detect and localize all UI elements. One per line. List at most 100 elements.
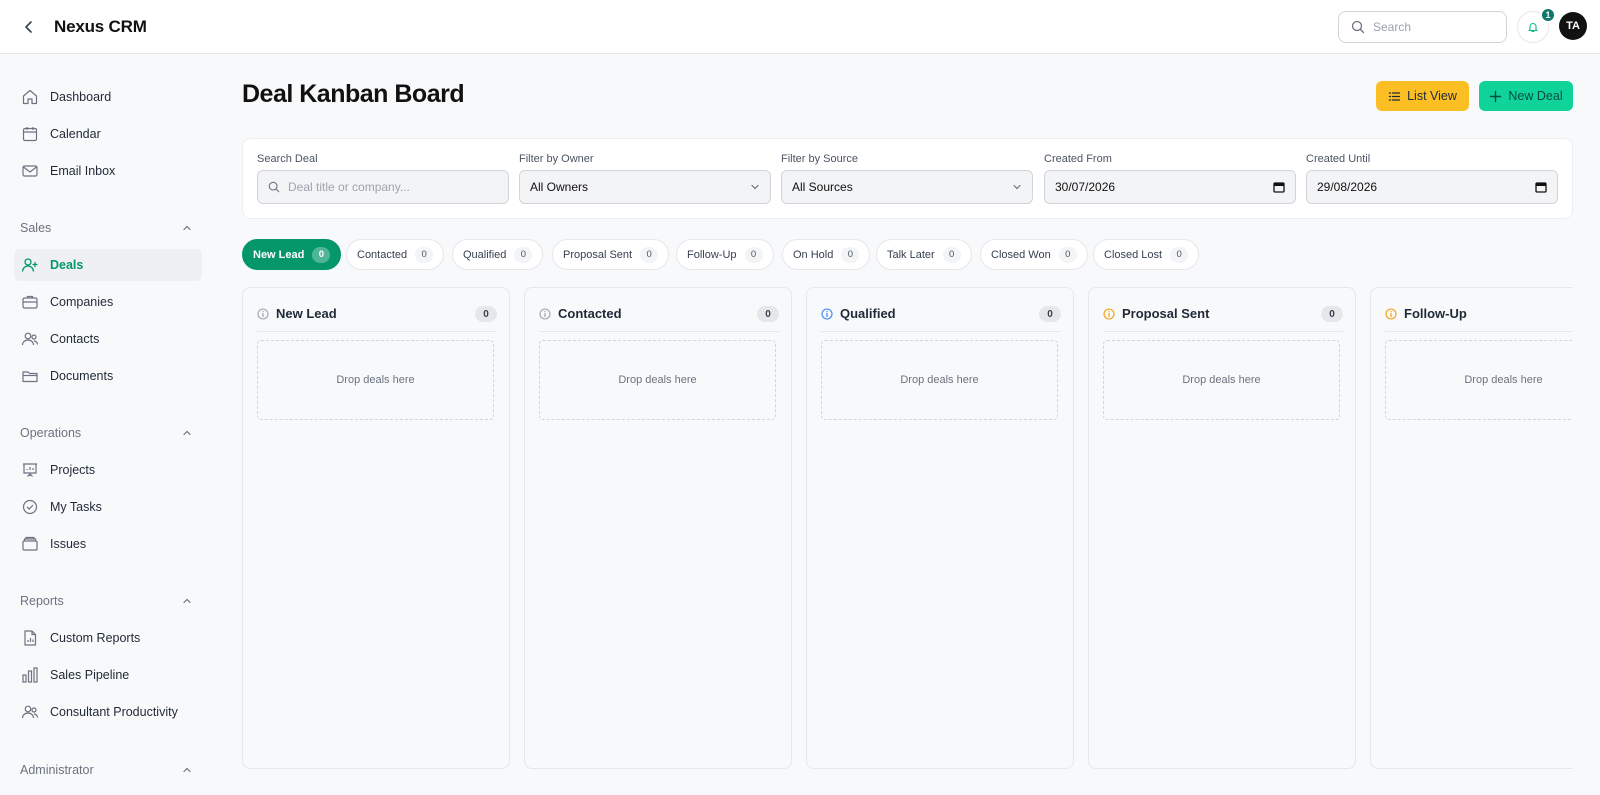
pill-count: 0	[514, 246, 533, 263]
sidebar-item-custom-reports[interactable]: Custom Reports	[14, 622, 202, 654]
created-from-date-input[interactable]: 30/07/2026	[1044, 170, 1296, 204]
sidebar-item-contacts[interactable]: Contacts	[14, 323, 202, 355]
pill-label: New Lead	[253, 248, 305, 261]
drop-zone[interactable]: Drop deals here	[821, 340, 1058, 420]
status-pill-talk-later[interactable]: Talk Later 0	[876, 239, 972, 270]
status-pill-closed-won[interactable]: Closed Won 0	[980, 239, 1088, 270]
check-circle-icon	[20, 497, 40, 517]
source-select[interactable]: All Sources	[781, 170, 1033, 204]
file-chart-icon	[20, 628, 40, 648]
drop-zone[interactable]: Drop deals here	[539, 340, 776, 420]
source-select-value: All Sources	[792, 180, 853, 194]
back-button[interactable]	[18, 16, 40, 38]
section-administrator[interactable]: Administrator	[20, 760, 192, 780]
list-view-button[interactable]: List View	[1376, 81, 1469, 111]
users-icon	[20, 329, 40, 349]
drop-zone[interactable]: Drop deals here	[1385, 340, 1573, 420]
info-icon	[1103, 307, 1115, 320]
users-icon	[20, 702, 40, 722]
sidebar-item-dashboard[interactable]: Dashboard	[14, 81, 202, 113]
pill-count: 0	[744, 246, 763, 263]
sidebar-item-sales-pipeline[interactable]: Sales Pipeline	[14, 659, 202, 691]
search-deal-placeholder: Deal title or company...	[288, 180, 410, 194]
column-header: Qualified 0	[821, 302, 1061, 332]
sidebar-item-email-inbox[interactable]: Email Inbox	[14, 155, 202, 187]
chevron-down-icon	[1013, 184, 1021, 190]
mail-icon	[20, 161, 40, 181]
sidebar-item-deals[interactable]: Deals	[14, 249, 202, 281]
pill-count: 0	[415, 246, 434, 263]
sidebar-item-projects[interactable]: Projects	[14, 454, 202, 486]
new-deal-button[interactable]: New Deal	[1479, 81, 1573, 111]
global-search[interactable]	[1338, 11, 1507, 43]
column-title: New Lead	[276, 306, 337, 321]
created-from-value: 30/07/2026	[1055, 180, 1116, 194]
pill-label: Closed Lost	[1104, 248, 1163, 261]
status-pill-on-hold[interactable]: On Hold 0	[782, 239, 871, 270]
kanban-column-contacted: Contacted 0 Drop deals here	[524, 287, 792, 769]
sidebar-item-label: My Tasks	[50, 500, 102, 514]
avatar[interactable]: TA	[1559, 12, 1587, 40]
sidebar-item-companies[interactable]: Companies	[14, 286, 202, 318]
bar-chart-icon	[20, 665, 40, 685]
created-from-group: Created From 30/07/2026	[1044, 153, 1296, 204]
sidebar-item-documents[interactable]: Documents	[14, 360, 202, 392]
calendar-icon[interactable]	[1273, 181, 1285, 193]
pill-label: Talk Later	[887, 248, 935, 261]
pill-count: 0	[640, 246, 659, 263]
chevron-up-icon	[183, 430, 191, 436]
section-title: Administrator	[20, 763, 94, 777]
global-search-input[interactable]	[1373, 20, 1493, 34]
sidebar-item-label: Projects	[50, 463, 96, 477]
pill-label: Follow-Up	[687, 248, 737, 261]
sidebar-item-my-tasks[interactable]: My Tasks	[14, 491, 202, 523]
column-count: 0	[1039, 306, 1061, 322]
column-count: 0	[475, 306, 497, 322]
archive-icon	[20, 534, 40, 554]
sidebar-item-label: Custom Reports	[50, 631, 141, 645]
status-pill-closed-lost[interactable]: Closed Lost 0	[1093, 239, 1200, 270]
sidebar-item-consultant-productivity[interactable]: Consultant Productivity	[14, 696, 202, 728]
search-deal-group: Search Deal Deal title or company...	[257, 153, 509, 204]
sidebar: Dashboard Calendar Email Inbox Sales Dea…	[0, 54, 216, 795]
created-until-date-input[interactable]: 29/08/2026	[1306, 170, 1558, 204]
search-deal-input[interactable]: Deal title or company...	[257, 170, 509, 204]
owner-select[interactable]: All Owners	[519, 170, 771, 204]
drop-zone[interactable]: Drop deals here	[1103, 340, 1340, 420]
sidebar-item-label: Issues	[50, 537, 87, 551]
kanban-column-proposal-sent: Proposal Sent 0 Drop deals here	[1088, 287, 1356, 769]
folder-icon	[20, 366, 40, 386]
sidebar-item-label: Sales Pipeline	[50, 668, 130, 682]
chevron-up-icon	[183, 767, 191, 773]
app-title: Nexus CRM	[54, 17, 147, 36]
sidebar-item-label: Companies	[50, 295, 114, 309]
kanban-column-new-lead: New Lead 0 Drop deals here	[242, 287, 510, 769]
created-from-label: Created From	[1044, 153, 1112, 165]
drop-zone[interactable]: Drop deals here	[257, 340, 494, 420]
list-icon	[1388, 91, 1401, 101]
search-icon	[268, 181, 280, 193]
created-until-value: 29/08/2026	[1317, 180, 1378, 194]
chevron-up-icon	[183, 598, 191, 604]
status-pill-proposal-sent[interactable]: Proposal Sent 0	[552, 239, 670, 270]
owner-select-value: All Owners	[530, 180, 589, 194]
status-pill-follow-up[interactable]: Follow-Up 0	[676, 239, 774, 270]
status-pill-new-lead[interactable]: New Lead 0	[242, 239, 342, 270]
column-header: Proposal Sent 0	[1103, 302, 1343, 332]
section-reports[interactable]: Reports	[20, 591, 192, 611]
column-count: 0	[757, 306, 779, 322]
filter-panel: Search Deal Deal title or company... Fil…	[242, 138, 1573, 219]
status-pill-qualified[interactable]: Qualified 0	[452, 239, 544, 270]
sidebar-item-label: Deals	[50, 258, 84, 272]
column-title: Contacted	[558, 306, 622, 321]
calendar-icon[interactable]	[1535, 181, 1547, 193]
section-sales[interactable]: Sales	[20, 218, 192, 238]
sidebar-item-calendar[interactable]: Calendar	[14, 118, 202, 150]
info-icon	[257, 307, 269, 320]
chevron-down-icon	[751, 184, 759, 190]
sidebar-item-issues[interactable]: Issues	[14, 528, 202, 560]
pill-count: 0	[942, 246, 961, 263]
status-pill-contacted[interactable]: Contacted 0	[346, 239, 445, 270]
owner-filter-label: Filter by Owner	[519, 153, 594, 165]
section-operations[interactable]: Operations	[20, 423, 192, 443]
